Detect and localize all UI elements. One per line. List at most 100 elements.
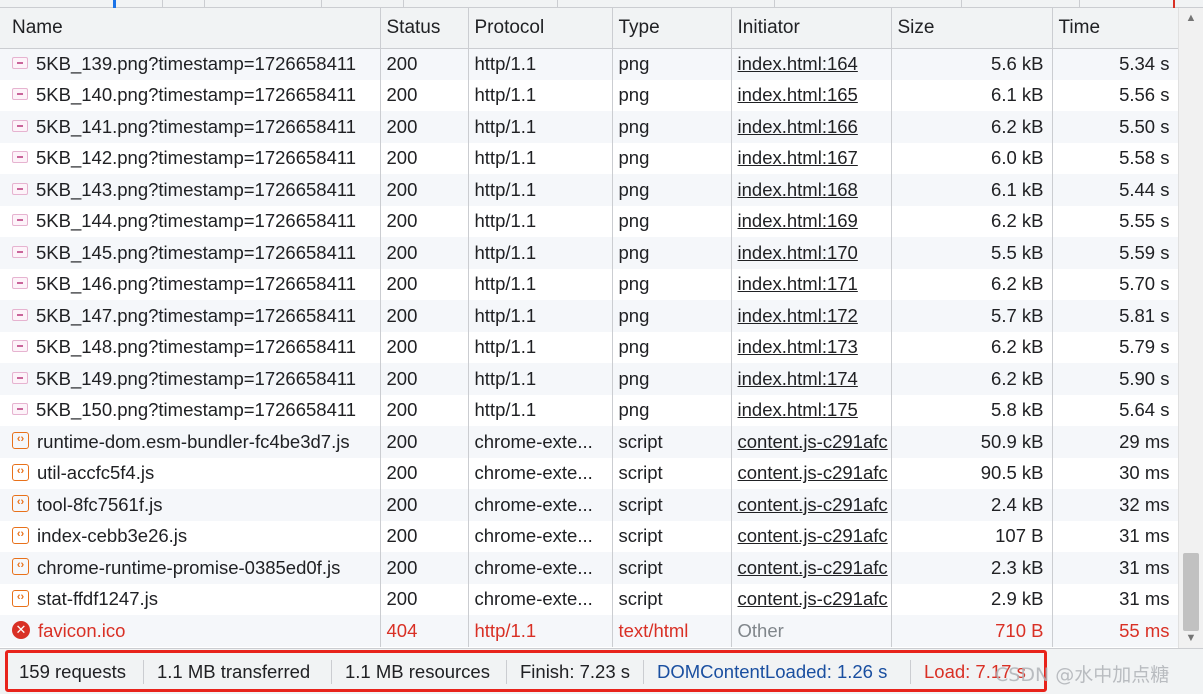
name-cell[interactable]: 5KB_149.png?timestamp=1726658411 bbox=[0, 363, 381, 395]
column-header-initiator[interactable]: Initiator bbox=[731, 8, 892, 49]
name-cell[interactable]: 5KB_148.png?timestamp=1726658411 bbox=[0, 331, 381, 363]
protocol-cell: chrome-exte... bbox=[468, 583, 613, 615]
column-header-type[interactable]: Type bbox=[612, 8, 732, 49]
request-name: 5KB_140.png?timestamp=1726658411 bbox=[36, 84, 357, 106]
initiator-link[interactable]: index.html:168 bbox=[738, 179, 858, 200]
name-cell[interactable]: 5KB_147.png?timestamp=1726658411 bbox=[0, 300, 381, 332]
name-cell[interactable]: 5KB_142.png?timestamp=1726658411 bbox=[0, 142, 381, 174]
finish-time: Finish: 7.23 s bbox=[520, 661, 631, 682]
size-cell: 5.7 kB bbox=[891, 300, 1053, 332]
toolbar-tab[interactable] bbox=[163, 0, 205, 8]
name-cell[interactable]: 5KB_140.png?timestamp=1726658411 bbox=[0, 79, 381, 111]
size-cell: 6.2 kB bbox=[891, 111, 1053, 143]
size-cell: 6.1 kB bbox=[891, 79, 1053, 111]
toolbar-tab[interactable] bbox=[558, 0, 775, 8]
initiator-cell: index.html:167 bbox=[731, 142, 892, 174]
protocol-cell: http/1.1 bbox=[468, 363, 613, 395]
initiator-cell: index.html:175 bbox=[731, 394, 892, 426]
name-cell[interactable]: ‹› util-accfc5f4.js bbox=[0, 457, 381, 489]
scroll-down-arrow-icon[interactable]: ▼ bbox=[1179, 628, 1203, 648]
scroll-up-arrow-icon[interactable]: ▲ bbox=[1179, 8, 1203, 28]
initiator-link[interactable]: index.html:165 bbox=[738, 84, 858, 105]
table-row[interactable]: 5KB_140.png?timestamp=1726658411 200 http/… bbox=[0, 79, 1178, 111]
initiator-link[interactable]: index.html:173 bbox=[738, 336, 858, 357]
table-row[interactable]: 5KB_145.png?timestamp=1726658411 200 http/… bbox=[0, 237, 1178, 269]
initiator-link[interactable]: content.js-c291afc bbox=[738, 525, 888, 546]
initiator-link[interactable]: index.html:174 bbox=[738, 368, 858, 389]
initiator-link[interactable]: index.html:171 bbox=[738, 273, 858, 294]
initiator-link[interactable]: index.html:167 bbox=[738, 147, 858, 168]
name-cell[interactable]: ‹› tool-8fc7561f.js bbox=[0, 489, 381, 521]
table-row[interactable]: 5KB_146.png?timestamp=1726658411 200 http/… bbox=[0, 268, 1178, 300]
column-header-protocol[interactable]: Protocol bbox=[468, 8, 613, 49]
table-row[interactable]: ‹› tool-8fc7561f.js 200 chrome-exte... scrip… bbox=[0, 489, 1178, 521]
request-name: 5KB_145.png?timestamp=1726658411 bbox=[36, 241, 357, 263]
initiator-link[interactable]: content.js-c291afc bbox=[738, 494, 888, 515]
table-row[interactable]: 5KB_148.png?timestamp=1726658411 200 http/… bbox=[0, 331, 1178, 363]
vertical-scrollbar[interactable]: ▲ ▼ bbox=[1178, 8, 1203, 648]
table-row[interactable]: 5KB_144.png?timestamp=1726658411 200 http/… bbox=[0, 205, 1178, 237]
initiator-link[interactable]: content.js-c291afc bbox=[738, 431, 888, 452]
name-cell[interactable]: 5KB_150.png?timestamp=1726658411 bbox=[0, 394, 381, 426]
column-header-name[interactable]: Name bbox=[0, 8, 381, 49]
table-row[interactable]: ‹› util-accfc5f4.js 200 chrome-exte... scrip… bbox=[0, 457, 1178, 489]
name-cell[interactable]: ✕ favicon.ico bbox=[0, 615, 381, 647]
time-cell: 5.44 s bbox=[1052, 174, 1178, 206]
toolbar-tab[interactable] bbox=[113, 0, 163, 8]
initiator-link[interactable]: index.html:175 bbox=[738, 399, 858, 420]
name-cell[interactable]: 5KB_144.png?timestamp=1726658411 bbox=[0, 205, 381, 237]
initiator-link[interactable]: index.html:166 bbox=[738, 116, 858, 137]
name-cell[interactable]: ‹› chrome-runtime-promise-0385ed0f.js bbox=[0, 552, 381, 584]
name-cell[interactable]: ‹› index-cebb3e26.js bbox=[0, 520, 381, 552]
toolbar-tab[interactable] bbox=[775, 0, 962, 8]
toolbar-tab[interactable] bbox=[404, 0, 558, 8]
initiator-link[interactable]: content.js-c291afc bbox=[738, 557, 888, 578]
column-header-status[interactable]: Status bbox=[380, 8, 469, 49]
table-row[interactable]: ‹› runtime-dom.esm-bundler-fc4be3d7.js 200… bbox=[0, 426, 1178, 458]
status-cell: 200 bbox=[380, 394, 469, 426]
table-row[interactable]: 5KB_143.png?timestamp=1726658411 200 http/… bbox=[0, 174, 1178, 206]
request-name: runtime-dom.esm-bundler-fc4be3d7.js bbox=[37, 430, 350, 452]
status-cell: 200 bbox=[380, 363, 469, 395]
type-cell: png bbox=[612, 174, 732, 206]
table-row[interactable]: 5KB_147.png?timestamp=1726658411 200 http/… bbox=[0, 300, 1178, 332]
status-cell: 200 bbox=[380, 111, 469, 143]
name-cell[interactable]: ‹› runtime-dom.esm-bundler-fc4be3d7.js bbox=[0, 426, 381, 458]
column-header-time[interactable]: Time bbox=[1052, 8, 1178, 49]
name-cell[interactable]: 5KB_146.png?timestamp=1726658411 bbox=[0, 268, 381, 300]
name-cell[interactable]: 5KB_143.png?timestamp=1726658411 bbox=[0, 174, 381, 206]
initiator-link[interactable]: index.html:170 bbox=[738, 242, 858, 263]
table-row[interactable]: 5KB_150.png?timestamp=1726658411 200 http/… bbox=[0, 394, 1178, 426]
type-cell: png bbox=[612, 268, 732, 300]
table-row[interactable]: ‹› index-cebb3e26.js 200 chrome-exte... scri… bbox=[0, 520, 1178, 552]
column-header-size[interactable]: Size bbox=[891, 8, 1053, 49]
table-row[interactable]: 5KB_142.png?timestamp=1726658411 200 http/… bbox=[0, 142, 1178, 174]
initiator-link[interactable]: content.js-c291afc bbox=[738, 588, 888, 609]
initiator-link[interactable]: index.html:169 bbox=[738, 210, 858, 231]
table-row[interactable]: ✕ favicon.ico 404 http/1.1 text/html Other 710… bbox=[0, 615, 1178, 647]
protocol-cell: chrome-exte... bbox=[468, 457, 613, 489]
initiator-cell: index.html:171 bbox=[731, 268, 892, 300]
table-row[interactable]: 5KB_139.png?timestamp=1726658411 200 http/… bbox=[0, 48, 1178, 80]
initiator-link[interactable]: index.html:172 bbox=[738, 305, 858, 326]
initiator-cell: index.html:172 bbox=[731, 300, 892, 332]
name-cell[interactable]: ‹› stat-ffdf1247.js bbox=[0, 583, 381, 615]
request-name: 5KB_149.png?timestamp=1726658411 bbox=[36, 367, 357, 389]
toolbar-tab[interactable] bbox=[322, 0, 404, 8]
table-row[interactable]: ‹› stat-ffdf1247.js 200 chrome-exte... scrip… bbox=[0, 583, 1178, 615]
name-cell[interactable]: 5KB_139.png?timestamp=1726658411 bbox=[0, 48, 381, 80]
status-cell: 200 bbox=[380, 174, 469, 206]
table-row[interactable]: 5KB_149.png?timestamp=1726658411 200 http/… bbox=[0, 363, 1178, 395]
name-cell[interactable]: 5KB_141.png?timestamp=1726658411 bbox=[0, 111, 381, 143]
initiator-link[interactable]: content.js-c291afc bbox=[738, 462, 888, 483]
status-cell: 200 bbox=[380, 48, 469, 80]
toolbar-tab[interactable] bbox=[205, 0, 322, 8]
toolbar-tab[interactable] bbox=[1080, 0, 1175, 8]
size-cell: 6.2 kB bbox=[891, 268, 1053, 300]
table-row[interactable]: 5KB_141.png?timestamp=1726658411 200 http/… bbox=[0, 111, 1178, 143]
table-row[interactable]: ‹› chrome-runtime-promise-0385ed0f.js 200 c… bbox=[0, 552, 1178, 584]
name-cell[interactable]: 5KB_145.png?timestamp=1726658411 bbox=[0, 237, 381, 269]
scrollbar-thumb[interactable] bbox=[1183, 553, 1199, 631]
initiator-link[interactable]: index.html:164 bbox=[738, 53, 858, 74]
toolbar-tab[interactable] bbox=[962, 0, 1080, 8]
